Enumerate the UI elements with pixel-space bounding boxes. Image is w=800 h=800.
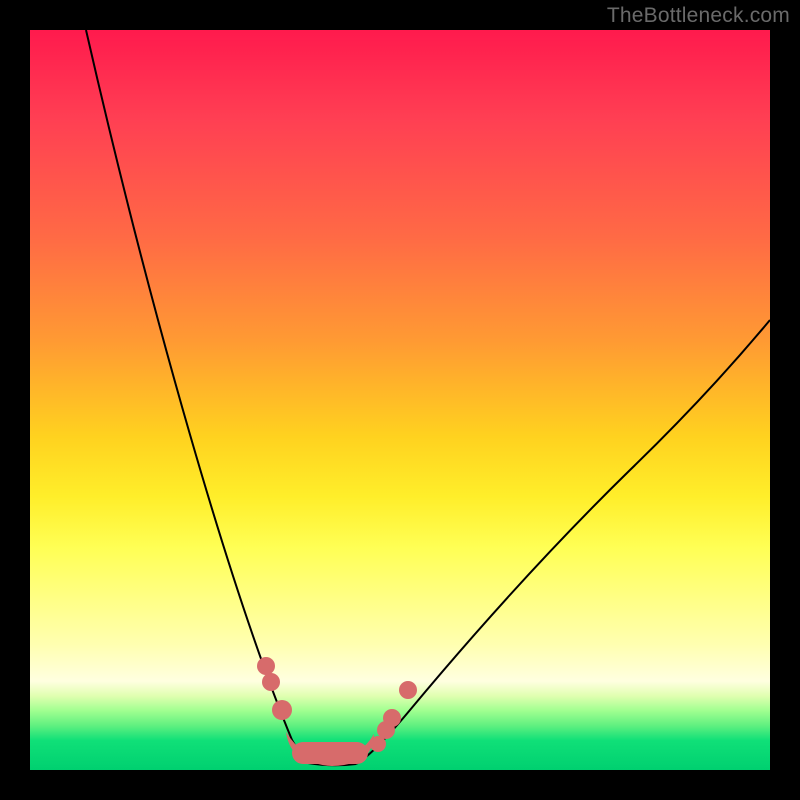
v-curve-right <box>356 320 770 764</box>
marker-dot <box>383 709 401 727</box>
curve-svg <box>30 30 770 770</box>
watermark-text: TheBottleneck.com <box>607 4 790 28</box>
plot-area <box>30 30 770 770</box>
marker-valley-fill <box>292 742 368 764</box>
marker-dot <box>272 700 292 720</box>
chart-frame: TheBottleneck.com <box>0 0 800 800</box>
marker-dot <box>257 657 275 675</box>
marker-dot <box>262 673 280 691</box>
marker-dot <box>399 681 417 699</box>
v-curve-left <box>86 30 308 763</box>
